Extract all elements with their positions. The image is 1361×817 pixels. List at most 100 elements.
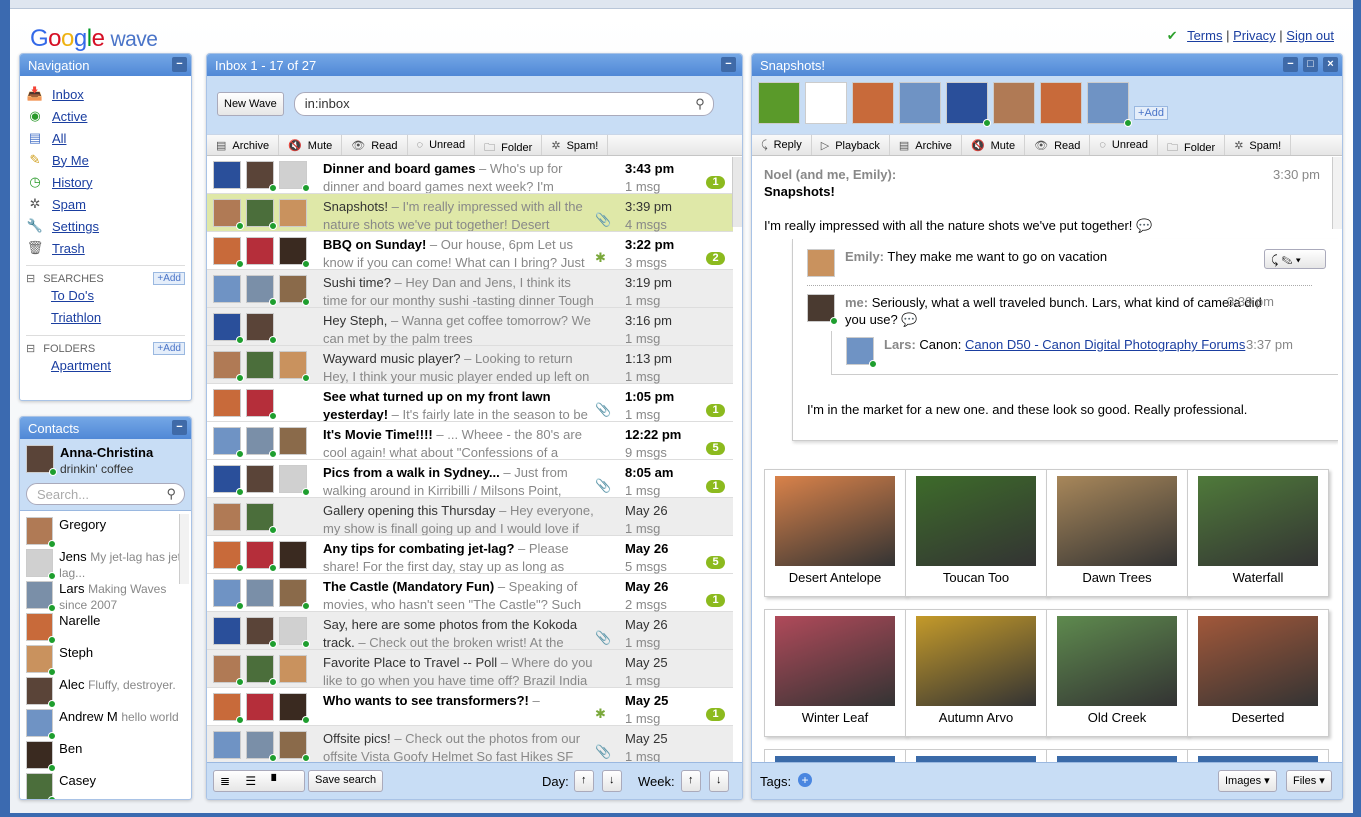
wave-row[interactable]: Offsite pics! – Check out the photos fro… [207,726,733,764]
maximize-button[interactable]: □ [1303,57,1318,72]
saved-search-link[interactable]: Triathlon [51,307,191,329]
playback-button[interactable]: ▷ Playback [812,135,890,155]
spam-button[interactable]: ✲ Spam! [1225,135,1292,155]
photo-thumbnail[interactable]: Desert Antelope [764,469,906,597]
wave-row[interactable]: Wayward music player? – Looking to retur… [207,346,733,384]
wave-row[interactable]: BBQ on Sunday! – Our house, 6pm Let us k… [207,232,733,270]
participant-avatar[interactable] [946,82,991,127]
files-button[interactable]: Files ▾ [1286,770,1332,792]
nav-link[interactable]: Trash [52,241,85,256]
minimize-button[interactable]: − [172,57,187,72]
sign-out-link[interactable]: Sign out [1286,28,1334,43]
nav-item-spam[interactable]: ✲ Spam [20,193,191,215]
contact-item[interactable]: Gregory [20,514,191,548]
contact-item[interactable]: Alec Fluffy, destroyer. [20,674,191,708]
nav-item-settings[interactable]: 🔧 Settings [20,215,191,237]
folder-button[interactable]: 🗀 Folder [1158,135,1226,155]
wave-row[interactable]: Dinner and board games – Who's up for di… [207,156,733,194]
nav-item-trash[interactable]: 🗑 Trash [20,237,191,259]
wave-row[interactable]: Gallery opening this Thursday – Hey ever… [207,498,733,536]
wave-row[interactable]: Who wants to see transformers?! – ✱ May 2… [207,688,733,726]
participant-avatar[interactable] [1087,82,1132,127]
unread-button[interactable]: ◌ Unread [408,135,476,155]
nav-item-history[interactable]: ◷ History [20,171,191,193]
new-wave-button[interactable]: New Wave [217,92,284,116]
nav-item-all[interactable]: ▤ All [20,127,191,149]
photo-thumbnail[interactable]: Toucan Too [905,469,1047,597]
my-status[interactable]: drinkin' coffee [60,461,153,477]
reply-button[interactable]: ⤹ Reply [752,135,812,155]
photo-thumbnail[interactable] [905,749,1047,764]
wave-row[interactable]: See what turned up on my front lawn yest… [207,384,733,422]
photo-thumbnail[interactable]: Deserted [1187,609,1329,737]
wave-row[interactable]: Favorite Place to Travel -- Poll – Where… [207,650,733,688]
nav-link[interactable]: All [52,131,66,146]
contact-item[interactable]: Jens My jet-lag has jet-lag... [20,546,191,580]
participant-avatar[interactable] [758,82,800,124]
wave-row[interactable]: Say, here are some photos from the Kokod… [207,612,733,650]
wave-row[interactable]: The Castle (Mandatory Fun) – Speaking of… [207,574,733,612]
reply-edit-menu-button[interactable]: ⤹ ✎ ▾ [1264,249,1326,269]
comment-icon[interactable]: 💬 [901,312,917,327]
week-up-button[interactable]: ↑ [681,770,701,792]
view-mode-buttons[interactable]: ≣ ☰ ▘ [213,770,305,792]
contact-item[interactable]: Casey [20,770,191,799]
read-button[interactable]: 👁 Read [342,135,408,155]
day-down-button[interactable]: ↓ [602,770,622,792]
nav-link[interactable]: Spam [52,197,86,212]
folder-link[interactable]: Apartment [51,355,191,377]
week-down-button[interactable]: ↓ [709,770,729,792]
wave-row[interactable]: Pics from a walk in Sydney... – Just fro… [207,460,733,498]
wave-scrollbar[interactable] [1332,157,1342,229]
contact-item[interactable]: Steph [20,642,191,676]
wave-row[interactable]: Snapshots! – I'm really impressed with a… [207,194,733,232]
photo-thumbnail[interactable]: Autumn Arvo [905,609,1047,737]
photo-thumbnail[interactable]: Waterfall [1187,469,1329,597]
comment-icon[interactable]: 💬 [1136,218,1152,233]
participant-avatar[interactable] [993,82,1035,124]
photo-thumbnail[interactable] [1046,749,1188,764]
contacts-search-input[interactable]: Search... ⚲ [26,483,185,505]
nav-item-by-me[interactable]: ✎ By Me [20,149,191,171]
wave-row[interactable]: Hey Steph, – Wanna get coffee tomorrow? … [207,308,733,346]
folder-button[interactable]: 🗀 Folder [475,135,543,155]
spam-button[interactable]: ✲ Spam! [542,135,609,155]
privacy-link[interactable]: Privacy [1233,28,1276,43]
nav-link[interactable]: History [52,175,92,190]
photo-thumbnail[interactable] [764,749,906,764]
inbox-scrollbar[interactable] [732,157,742,227]
archive-button[interactable]: ▤ Archive [890,135,962,155]
nav-item-inbox[interactable]: 📥 Inbox [20,83,191,105]
reply-blip[interactable]: me: Seriously, what a well traveled bunc… [845,294,1265,328]
participant-avatar[interactable] [899,82,941,124]
nav-link[interactable]: By Me [52,153,89,168]
participant-avatar[interactable] [1040,82,1082,124]
images-button[interactable]: Images ▾ [1218,770,1277,792]
mute-button[interactable]: 🔇 Mute [962,135,1026,155]
save-search-button[interactable]: Save search [308,770,384,792]
reply-blip[interactable]: Emily: They make me want to go on vacati… [845,249,1107,264]
nav-link[interactable]: Settings [52,219,99,234]
contact-item[interactable]: Andrew M hello world [20,706,191,740]
terms-link[interactable]: Terms [1187,28,1222,43]
minimize-button[interactable]: − [1283,57,1298,72]
wave-row[interactable]: Sushi time? – Hey Dan and Jens, I think … [207,270,733,308]
blip-body[interactable]: I'm really impressed with all the nature… [764,218,1152,234]
read-button[interactable]: 👁 Read [1025,135,1091,155]
nav-link[interactable]: Active [52,109,87,124]
participant-avatar[interactable] [805,82,847,124]
photo-thumbnail[interactable] [1187,749,1329,764]
nav-item-active[interactable]: ◉ Active [20,105,191,127]
contact-item[interactable]: Ben [20,738,191,772]
add-participant-button[interactable]: +Add [1134,106,1169,120]
unread-button[interactable]: ◌ Unread [1090,135,1158,155]
close-button[interactable]: × [1323,57,1338,72]
day-up-button[interactable]: ↑ [574,770,594,792]
forum-link[interactable]: Canon D50 - Canon Digital Photography Fo… [965,337,1245,352]
archive-button[interactable]: ▤ Archive [207,135,280,155]
add-search-button[interactable]: +Add [153,272,185,285]
participant-avatar[interactable] [852,82,894,124]
add-tag-button[interactable]: + [798,773,812,787]
contact-item[interactable]: Lars Making Waves since 2007 [20,578,191,612]
add-folder-button[interactable]: +Add [153,342,185,355]
